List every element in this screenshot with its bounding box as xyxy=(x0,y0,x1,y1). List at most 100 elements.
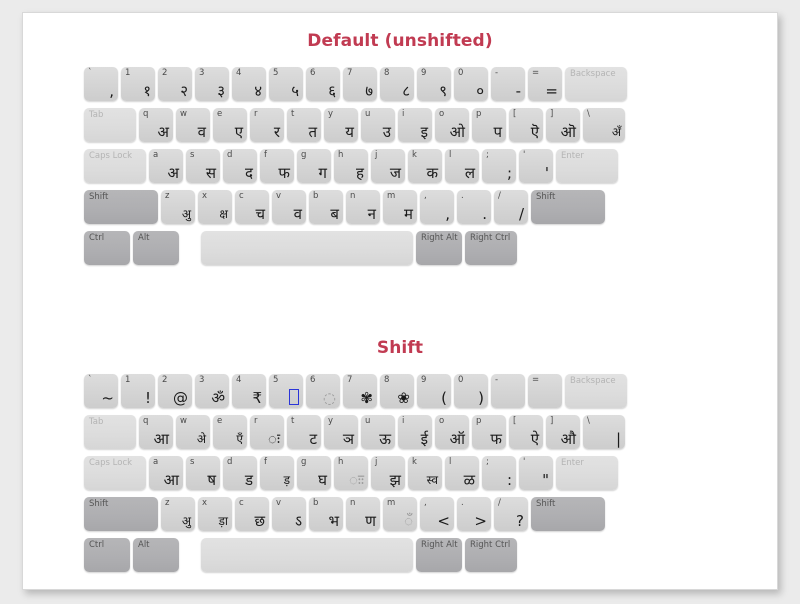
key-tab[interactable]: Tab xyxy=(84,108,136,142)
key-key[interactable] xyxy=(201,538,413,572)
key-f[interactable]: f ड़ xyxy=(260,456,294,490)
key-key[interactable] xyxy=(201,231,413,265)
key-5[interactable]: 5 xyxy=(269,374,303,408)
key-k[interactable]: k स्व xyxy=(408,456,442,490)
key-right-alt[interactable]: Right Alt xyxy=(416,231,462,265)
key-v[interactable]: vऽ xyxy=(272,497,306,531)
key-6[interactable]: 6६ xyxy=(306,67,340,101)
key-w[interactable]: wव xyxy=(176,108,210,142)
key-m[interactable]: m ◌ँ xyxy=(383,497,417,531)
key-2[interactable]: 2२ xyxy=(158,67,192,101)
key-9[interactable]: 9( xyxy=(417,374,451,408)
key-9[interactable]: 9९ xyxy=(417,67,451,101)
key-right-ctrl[interactable]: Right Ctrl xyxy=(465,231,517,265)
key-t[interactable]: tत xyxy=(287,108,321,142)
key-caps-lock[interactable]: Caps Lock xyxy=(84,149,146,183)
key-z[interactable]: z अु xyxy=(161,497,195,531)
key-x[interactable]: .. xyxy=(457,190,491,224)
key-enter[interactable]: Enter xyxy=(556,149,618,183)
key-0[interactable]: 0० xyxy=(454,67,488,101)
key-shift[interactable]: Shift xyxy=(84,190,158,224)
key-b[interactable]: bब xyxy=(309,190,343,224)
key-x[interactable]: ;; xyxy=(482,149,516,183)
key-0[interactable]: 0) xyxy=(454,374,488,408)
key-c[interactable]: cच xyxy=(235,190,269,224)
key-b[interactable]: bभ xyxy=(309,497,343,531)
key-right-alt[interactable]: Right Alt xyxy=(416,538,462,572)
key-shift[interactable]: Shift xyxy=(531,190,605,224)
key-4[interactable]: 4४ xyxy=(232,67,266,101)
key-s[interactable]: sष xyxy=(186,456,220,490)
key-x[interactable]: , < xyxy=(420,497,454,531)
key-l[interactable]: lल xyxy=(445,149,479,183)
key-t[interactable]: tट xyxy=(287,415,321,449)
key-ctrl[interactable]: Ctrl xyxy=(84,538,130,572)
key-p[interactable]: pफ xyxy=(472,415,506,449)
key-d[interactable]: dद xyxy=(223,149,257,183)
key-x[interactable]: ;: xyxy=(482,456,516,490)
key-e[interactable]: e एँ xyxy=(213,415,247,449)
key-alt[interactable]: Alt xyxy=(133,538,179,572)
key-h[interactable]: hह xyxy=(334,149,368,183)
key-shift[interactable]: Shift xyxy=(84,497,158,531)
key-d[interactable]: dड xyxy=(223,456,257,490)
key-u[interactable]: uऊ xyxy=(361,415,395,449)
key-w[interactable]: w अे xyxy=(176,415,210,449)
key-right-ctrl[interactable]: Right Ctrl xyxy=(465,538,517,572)
key-h[interactable]: hःः xyxy=(334,456,368,490)
key-3[interactable]: 3ॐ xyxy=(195,374,229,408)
key-x[interactable]: [ऐ xyxy=(509,415,543,449)
key-ctrl[interactable]: Ctrl xyxy=(84,231,130,265)
key-7[interactable]: 7 ✾ xyxy=(343,374,377,408)
key-x[interactable]: = = xyxy=(528,67,562,101)
key-x[interactable]: ' ' xyxy=(519,149,553,183)
key-x[interactable]: [ऎ xyxy=(509,108,543,142)
key-x[interactable]: /? xyxy=(494,497,528,531)
key-y[interactable]: yञ xyxy=(324,415,358,449)
key-j[interactable]: jज xyxy=(371,149,405,183)
key-x[interactable]: ] औ xyxy=(546,415,580,449)
key-8[interactable]: 8 ❀ xyxy=(380,374,414,408)
key-o[interactable]: oऑ xyxy=(435,415,469,449)
key-1[interactable]: 1१ xyxy=(121,67,155,101)
key-r[interactable]: rर xyxy=(250,108,284,142)
key-x[interactable]: . > xyxy=(457,497,491,531)
key-x[interactable]: \ अँ xyxy=(583,108,625,142)
key-q[interactable]: qआ xyxy=(139,415,173,449)
key-8[interactable]: 8८ xyxy=(380,67,414,101)
key-m[interactable]: mम xyxy=(383,190,417,224)
key-2[interactable]: 2 @ xyxy=(158,374,192,408)
key-u[interactable]: uउ xyxy=(361,108,395,142)
key-x[interactable]: ` ~ xyxy=(84,374,118,408)
key--[interactable]: -- xyxy=(491,67,525,101)
key-r[interactable]: rः xyxy=(250,415,284,449)
key-i[interactable]: iई xyxy=(398,415,432,449)
key-n[interactable]: nन xyxy=(346,190,380,224)
key-6[interactable]: 6 ◌ xyxy=(306,374,340,408)
key-1[interactable]: 1! xyxy=(121,374,155,408)
key-x[interactable]: ' " xyxy=(519,456,553,490)
key-g[interactable]: gघ xyxy=(297,456,331,490)
key-3[interactable]: 3३ xyxy=(195,67,229,101)
key-x[interactable]: \ | xyxy=(583,415,625,449)
key-x[interactable]: ,, xyxy=(420,190,454,224)
key-k[interactable]: kक xyxy=(408,149,442,183)
key-4[interactable]: 4 ₹ xyxy=(232,374,266,408)
key-caps-lock[interactable]: Caps Lock xyxy=(84,456,146,490)
key-q[interactable]: qअ xyxy=(139,108,173,142)
key-l[interactable]: lळ xyxy=(445,456,479,490)
key-alt[interactable]: Alt xyxy=(133,231,179,265)
key-s[interactable]: sस xyxy=(186,149,220,183)
key--[interactable]: - xyxy=(491,374,525,408)
key-j[interactable]: jझ xyxy=(371,456,405,490)
key-a[interactable]: aअ xyxy=(149,149,183,183)
key-shift[interactable]: Shift xyxy=(531,497,605,531)
key-e[interactable]: eए xyxy=(213,108,247,142)
key-x[interactable]: `, xyxy=(84,67,118,101)
key-f[interactable]: fफ xyxy=(260,149,294,183)
key-z[interactable]: z अु xyxy=(161,190,195,224)
key-x[interactable]: = xyxy=(528,374,562,408)
key-x[interactable]: x ड़ा xyxy=(198,497,232,531)
key-x[interactable]: / / xyxy=(494,190,528,224)
key-5[interactable]: 5५ xyxy=(269,67,303,101)
